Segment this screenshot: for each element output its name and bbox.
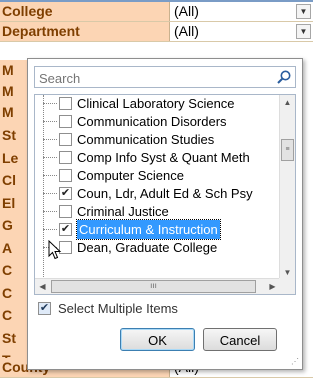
row-label: Cl: [2, 172, 16, 188]
row-label: M: [2, 104, 14, 120]
row-label: G: [2, 217, 13, 233]
item-label: Communication Studies: [77, 132, 215, 147]
resize-grip-icon[interactable]: ⋰: [291, 358, 299, 366]
item-label: Curriculum & Instruction: [76, 219, 221, 240]
checkbox[interactable]: [59, 169, 72, 182]
scroll-right-icon[interactable]: ▶: [265, 279, 280, 294]
item-label: Clinical Laboratory Science: [77, 96, 235, 111]
scroll-thumb[interactable]: ııı: [51, 280, 256, 293]
row-label: A: [2, 240, 13, 256]
filter-label: College: [0, 2, 170, 21]
list-item[interactable]: ✔ Coun, Ldr, Adult Ed & Sch Psy: [43, 184, 280, 203]
list-item[interactable]: Computer Science: [43, 166, 280, 185]
item-label: Communication Disorders: [77, 114, 227, 129]
checkbox[interactable]: [59, 151, 72, 164]
filter-row-college: College (All) ▼: [0, 2, 313, 22]
row-label: C: [2, 307, 13, 323]
row-label: Le: [2, 150, 19, 166]
filter-value[interactable]: (All): [171, 22, 313, 41]
scroll-up-icon[interactable]: ▲: [280, 95, 295, 110]
filter-value[interactable]: (All): [171, 2, 313, 21]
filter-dropdown-panel: Clinical Laboratory Science Communicatio…: [27, 58, 303, 370]
item-label: Computer Science: [77, 168, 184, 183]
checkbox[interactable]: [59, 133, 72, 146]
list-item[interactable]: Communication Studies: [43, 130, 280, 149]
row-label: C: [2, 285, 13, 301]
list-item-selected[interactable]: ✔ Curriculum & Instruction: [43, 219, 280, 240]
row-label: St: [2, 330, 16, 346]
search-input[interactable]: [35, 67, 271, 89]
row-label: El: [2, 195, 16, 211]
item-label: Dean, Graduate College: [77, 240, 218, 255]
search-box: [34, 66, 296, 89]
mouse-cursor-icon: [48, 240, 62, 260]
list-item[interactable]: Clinical Laboratory Science: [43, 95, 280, 113]
scroll-left-icon[interactable]: ◀: [35, 279, 50, 294]
cancel-button[interactable]: Cancel: [203, 328, 277, 351]
horizontal-scrollbar[interactable]: ◀ ııı ▶: [35, 278, 280, 294]
select-multiple-label: Select Multiple Items: [58, 301, 178, 316]
dropdown-arrow-icon[interactable]: ▼: [296, 4, 311, 19]
vertical-scrollbar[interactable]: ▲ ≡ ▼: [279, 95, 295, 280]
checkbox-checked[interactable]: ✔: [38, 302, 51, 315]
checkbox-checked[interactable]: ✔: [59, 187, 72, 200]
row-labels-column: M M M St Le Cl El G A C C C St T: [0, 60, 27, 370]
item-label: Comp Info Syst & Quant Meth: [77, 150, 250, 165]
list-item[interactable]: Dean, Graduate College: [43, 238, 280, 257]
dropdown-arrow-icon[interactable]: ▼: [296, 24, 311, 39]
ok-button[interactable]: OK: [120, 328, 195, 351]
items-list: Clinical Laboratory Science Communicatio…: [34, 94, 296, 295]
items-viewport: Clinical Laboratory Science Communicatio…: [35, 95, 280, 280]
checkbox[interactable]: [59, 97, 72, 110]
scroll-thumb[interactable]: ≡: [281, 139, 294, 161]
checkbox[interactable]: [59, 115, 72, 128]
filter-row-department: Department (All) ▼: [0, 22, 313, 42]
list-item[interactable]: Comp Info Syst & Quant Meth: [43, 148, 280, 167]
row-label: M: [2, 62, 14, 78]
list-item[interactable]: Criminal Justice: [43, 202, 280, 221]
checkbox[interactable]: [59, 205, 72, 218]
scroll-corner: [279, 278, 295, 294]
checkbox-checked[interactable]: ✔: [59, 223, 72, 236]
list-item[interactable]: Communication Disorders: [43, 112, 280, 131]
item-label: Coun, Ldr, Adult Ed & Sch Psy: [77, 186, 253, 201]
row-label: M: [2, 83, 14, 99]
filter-label: Department: [0, 22, 170, 41]
row-label: St: [2, 127, 16, 143]
item-label: Criminal Justice: [77, 204, 169, 219]
row-label: C: [2, 262, 13, 278]
search-icon[interactable]: [276, 69, 292, 85]
